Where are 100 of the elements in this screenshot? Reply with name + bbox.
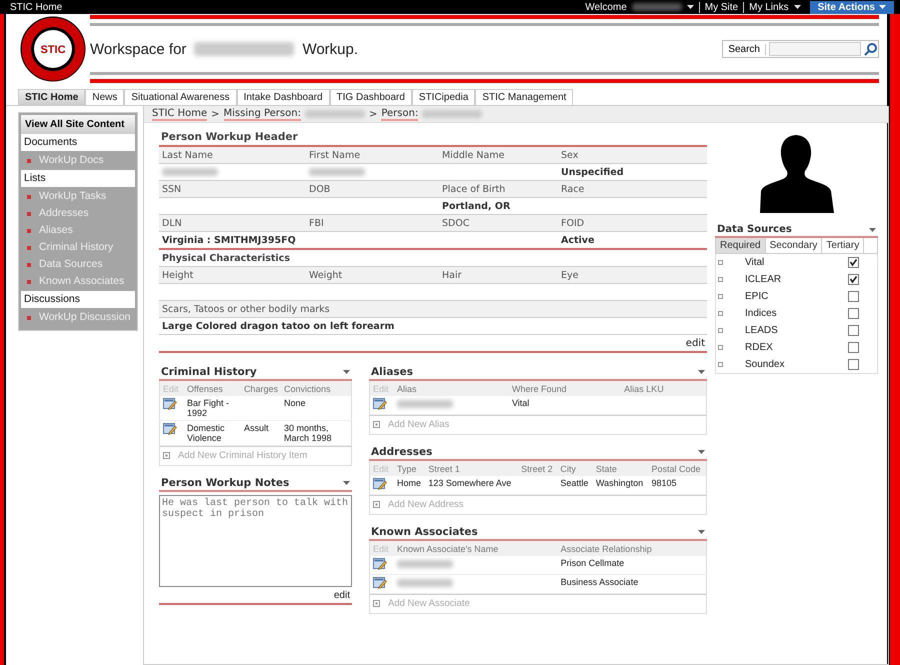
edit-link[interactable]: edit — [334, 590, 350, 601]
bullet-icon — [27, 158, 31, 162]
table-cell: Assult — [240, 420, 281, 446]
bullet-icon — [718, 311, 723, 316]
bullet-icon — [27, 246, 31, 250]
source-tab[interactable]: Required — [716, 238, 766, 253]
column-header: City — [557, 461, 593, 476]
field-label: Hair — [439, 266, 558, 284]
edit-icon[interactable] — [373, 577, 387, 589]
nav-tab[interactable]: Intake Dashboard — [236, 89, 330, 105]
column-header: Known Associate's Name — [394, 541, 558, 556]
bullet-icon — [718, 294, 723, 299]
column-header: Alias LKU — [621, 381, 706, 396]
checkbox[interactable] — [848, 308, 859, 319]
sidebar-heading[interactable]: Discussions — [21, 291, 135, 308]
checkbox[interactable] — [848, 359, 859, 370]
notes-field[interactable]: He was last person to talk with suspect in prison — [159, 495, 352, 587]
bullet-icon — [718, 362, 723, 367]
panel-title: Criminal History — [161, 366, 257, 378]
field-label: Last Name — [159, 147, 306, 164]
field-value: Active — [558, 232, 707, 249]
column-header: Alias — [394, 381, 509, 396]
field-label: First Name — [306, 147, 439, 164]
bullet-icon — [27, 316, 31, 320]
logo-icon: STIC — [20, 16, 86, 82]
field-label: Sex — [558, 147, 707, 164]
edit-icon[interactable] — [373, 558, 387, 570]
redacted-text — [422, 110, 482, 118]
panel-title: Addresses — [371, 446, 432, 458]
field-label: Middle Name — [439, 147, 558, 164]
checkbox[interactable] — [848, 342, 859, 353]
nav-tab[interactable]: TIG Dashboard — [330, 89, 412, 105]
top-link[interactable]: My Links — [743, 2, 789, 12]
panel-title: Known Associates — [371, 526, 478, 538]
source-label: EPIC — [745, 291, 770, 302]
source-label: Indices — [745, 308, 778, 319]
field-label: Weight — [306, 266, 439, 284]
source-label: Soundex — [745, 359, 786, 370]
site-title[interactable]: STIC Home — [10, 2, 62, 12]
nav-tab[interactable]: Situational Awareness — [124, 89, 237, 105]
sidebar-heading[interactable]: Documents — [21, 134, 135, 151]
checkbox[interactable] — [848, 274, 859, 285]
field-label: SDOC — [439, 214, 558, 232]
breadcrumb-link[interactable]: Person: — [381, 108, 418, 120]
table-cell: None — [280, 396, 352, 420]
add-icon[interactable] — [163, 452, 170, 459]
redacted-text — [162, 168, 218, 176]
add-icon[interactable] — [373, 600, 380, 607]
redacted-text — [632, 3, 682, 11]
table-cell: Vital — [508, 396, 622, 414]
checkbox[interactable] — [848, 325, 859, 336]
nav-tab[interactable]: STICipedia — [412, 89, 476, 105]
field-value: Virginia : SMITHMJ395FQ — [159, 232, 306, 249]
table-cell: Bar Fight - 1992 — [184, 396, 241, 420]
checkbox[interactable] — [848, 257, 859, 268]
checkbox[interactable] — [848, 291, 859, 302]
redacted-text — [304, 110, 365, 118]
bullet-icon — [27, 212, 31, 216]
redacted-text — [309, 168, 365, 176]
nav-tab[interactable]: STIC Management — [475, 89, 574, 105]
edit-icon[interactable] — [163, 423, 177, 435]
breadcrumb-link[interactable]: STIC Home — [152, 108, 208, 120]
caret-icon[interactable] — [686, 5, 694, 9]
field-label: FBI — [306, 214, 439, 232]
field-label: FOID — [558, 214, 707, 232]
bullet-icon — [718, 277, 723, 282]
field-label: DLN — [159, 214, 306, 232]
bullet-icon — [27, 262, 31, 266]
breadcrumb-link[interactable]: Missing Person: — [224, 108, 301, 120]
source-label: Vital — [745, 257, 766, 268]
edit-icon[interactable] — [373, 478, 387, 490]
edit-icon[interactable] — [163, 398, 177, 410]
nav-tab[interactable]: News — [85, 89, 124, 105]
column-header: Type — [394, 461, 426, 476]
top-link[interactable]: My Site — [698, 2, 738, 12]
edit-icon[interactable] — [373, 398, 387, 410]
redacted-text — [397, 400, 453, 408]
edit-link[interactable]: edit — [686, 338, 705, 349]
source-label: ICLEAR — [745, 274, 782, 285]
workspace-title: Workup. — [302, 40, 358, 58]
sidebar-heading[interactable]: Lists — [21, 170, 135, 187]
site-actions-button[interactable]: Site Actions — [810, 0, 894, 14]
add-icon[interactable] — [373, 501, 380, 508]
search-icon[interactable] — [864, 42, 878, 56]
bullet-icon — [27, 280, 31, 284]
source-label: LEADS — [745, 325, 779, 336]
search-field[interactable] — [769, 42, 861, 56]
column-header: Associate Relationship — [558, 541, 706, 556]
add-icon[interactable] — [373, 421, 380, 428]
table-cell: Washington — [592, 476, 648, 494]
table-cell: 98105 — [648, 476, 706, 494]
field-label: DOB — [306, 180, 439, 198]
table-cell: 30 months, March 1998 — [280, 420, 352, 446]
caret-icon[interactable] — [794, 5, 801, 9]
workspace-title: Workspace for — [90, 40, 186, 58]
nav-tab[interactable]: STIC Home — [18, 89, 86, 105]
bullet-icon — [27, 194, 31, 198]
welcome-text: Welcome — [585, 2, 627, 12]
bullet-icon — [718, 328, 723, 333]
view-all-link[interactable]: View All Site Content — [21, 115, 135, 134]
